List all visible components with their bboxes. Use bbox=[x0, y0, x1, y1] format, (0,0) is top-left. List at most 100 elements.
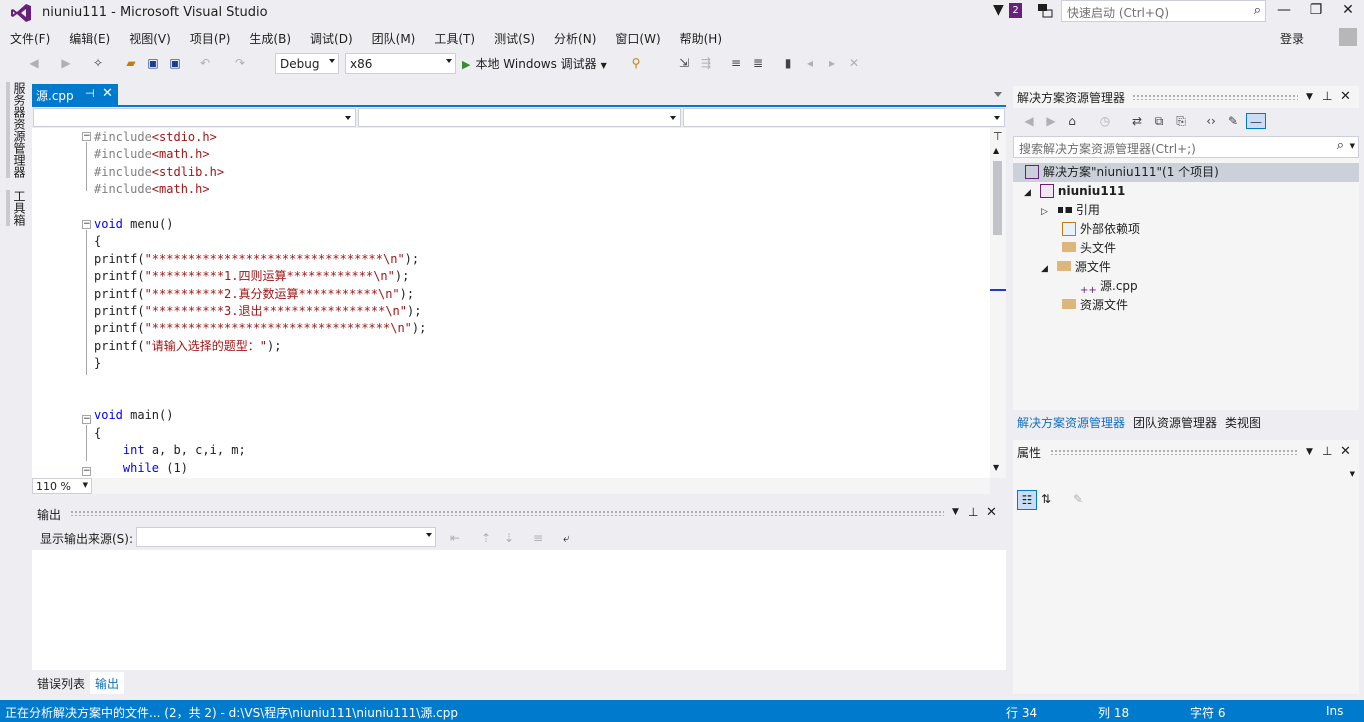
menu-item[interactable]: 窗口(W) bbox=[605, 27, 669, 47]
scroll-down-icon[interactable]: ▼ bbox=[993, 463, 999, 472]
comment-icon[interactable]: ≡ bbox=[728, 55, 744, 71]
menu-item[interactable]: 编辑(E) bbox=[59, 27, 119, 47]
chevron-down-icon[interactable]: ▼ bbox=[1306, 92, 1313, 102]
chevron-down-icon[interactable]: ▼ bbox=[952, 507, 959, 517]
menu-item[interactable]: 调试(D) bbox=[300, 27, 362, 47]
collapse-all-icon[interactable]: ⧉ bbox=[1151, 113, 1167, 129]
clear-bookmarks-icon[interactable]: ✕ bbox=[846, 55, 862, 71]
clear-all-icon[interactable]: ≡ bbox=[533, 531, 543, 545]
find-icon[interactable]: ⚲ bbox=[628, 55, 644, 71]
menu-item[interactable]: 帮助(H) bbox=[670, 27, 731, 47]
split-icon[interactable]: ⊤ bbox=[993, 130, 1003, 143]
maximize-button[interactable]: ❐ bbox=[1300, 0, 1332, 22]
fold-toggle[interactable]: − bbox=[82, 467, 91, 476]
tree-item-header-files[interactable]: 头文件 bbox=[1062, 239, 1116, 258]
pin-icon[interactable]: ⊥ bbox=[1322, 444, 1332, 458]
forward-icon[interactable]: ▶ bbox=[1043, 113, 1059, 129]
back-icon[interactable]: ◀ bbox=[1021, 113, 1037, 129]
panel-grip[interactable] bbox=[70, 510, 944, 516]
properties-object-select[interactable]: ▼ bbox=[1013, 463, 1359, 485]
redo-icon[interactable]: ↷ bbox=[232, 55, 248, 71]
login-link[interactable]: 登录 bbox=[1280, 30, 1304, 47]
new-project-icon[interactable]: ✧ bbox=[90, 55, 106, 71]
save-icon[interactable]: ▣ bbox=[145, 55, 161, 71]
open-file-icon[interactable]: ▰ bbox=[123, 55, 139, 71]
preview-icon[interactable]: — bbox=[1246, 113, 1266, 129]
server-explorer-tab[interactable]: 服务器资源管理器 bbox=[6, 82, 28, 178]
project-scope-select[interactable] bbox=[33, 108, 356, 127]
show-all-files-icon[interactable]: ⎘ bbox=[1173, 113, 1189, 129]
menu-item[interactable]: 项目(P) bbox=[180, 27, 240, 47]
close-window-button[interactable]: ✕ bbox=[1332, 0, 1364, 22]
solution-search-input[interactable]: 搜索解决方案资源管理器(Ctrl+;) ⌕ ▼ bbox=[1013, 136, 1359, 158]
panel-grip[interactable] bbox=[1050, 449, 1298, 455]
pin-icon[interactable]: ⊥ bbox=[968, 505, 978, 519]
configuration-select[interactable]: Debug bbox=[275, 53, 339, 74]
undo-icon[interactable]: ↶ bbox=[197, 55, 213, 71]
output-source-select[interactable] bbox=[136, 527, 436, 547]
tab-team-explorer[interactable]: 团队资源管理器 bbox=[1129, 411, 1221, 434]
uncomment-icon[interactable]: ≣ bbox=[750, 55, 766, 71]
feedback-icon[interactable] bbox=[1036, 2, 1054, 20]
menu-item[interactable]: 工具(T) bbox=[424, 27, 484, 47]
menu-item[interactable]: 文件(F) bbox=[0, 27, 59, 47]
tab-output[interactable]: 输出 bbox=[90, 672, 125, 694]
notifications-button[interactable]: ▼ 2 bbox=[993, 2, 1025, 22]
save-all-icon[interactable]: ▣ bbox=[167, 55, 183, 71]
editor-horizontal-scrollbar[interactable] bbox=[92, 478, 990, 494]
tree-item-solution[interactable]: 解决方案"niuniu111"(1 个项目) bbox=[1025, 163, 1219, 182]
chevron-down-icon[interactable]: ▼ bbox=[1306, 447, 1313, 457]
platform-select[interactable]: x86 bbox=[345, 53, 456, 74]
close-icon[interactable]: ✕ bbox=[102, 86, 113, 101]
fold-toggle[interactable]: − bbox=[82, 220, 91, 229]
tree-item-resource-files[interactable]: 资源文件 bbox=[1062, 296, 1128, 315]
prev-message-icon[interactable]: ⇡ bbox=[481, 531, 491, 545]
toolbox-tab[interactable]: 工具箱 bbox=[6, 190, 28, 226]
type-scope-select[interactable] bbox=[358, 108, 681, 127]
categorized-icon[interactable]: ☷ bbox=[1017, 490, 1037, 510]
tree-item-source-cpp[interactable]: ++ 源.cpp bbox=[1080, 277, 1138, 296]
tab-error-list[interactable]: 错误列表 bbox=[32, 672, 90, 694]
zoom-select[interactable]: 110 % ▼ bbox=[32, 478, 92, 494]
menu-item[interactable]: 团队(M) bbox=[362, 27, 425, 47]
menu-item[interactable]: 视图(V) bbox=[119, 27, 180, 47]
member-scope-select[interactable] bbox=[683, 108, 1005, 127]
prev-bookmark-icon[interactable]: ◂ bbox=[802, 55, 818, 71]
pending-changes-icon[interactable]: ◷ bbox=[1097, 113, 1113, 129]
back-icon[interactable]: ◀ bbox=[26, 55, 42, 71]
view-code-icon[interactable]: ‹› bbox=[1203, 113, 1219, 129]
code-editor[interactable]: #include<stdio.h> #include<math.h> #includ… bbox=[32, 128, 990, 478]
step-into-icon[interactable]: ⇲ bbox=[676, 55, 692, 71]
editor-vertical-scrollbar[interactable]: ⊤ ▲ ▼ bbox=[990, 128, 1006, 478]
next-bookmark-icon[interactable]: ▸ bbox=[824, 55, 840, 71]
chevron-down-icon[interactable] bbox=[994, 92, 1002, 97]
minimize-button[interactable]: — bbox=[1268, 0, 1300, 22]
word-wrap-icon[interactable]: ⤶ bbox=[563, 531, 570, 546]
forward-icon[interactable]: ▶ bbox=[58, 55, 74, 71]
pin-icon[interactable]: ⊣ bbox=[85, 87, 95, 100]
sync-icon[interactable]: ⇄ bbox=[1129, 113, 1145, 129]
tree-item-external-deps[interactable]: 外部依赖项 bbox=[1062, 220, 1140, 239]
properties-wrench-icon[interactable]: ✎ bbox=[1225, 113, 1241, 129]
tree-item-project[interactable]: ◢ niuniu111 bbox=[1024, 182, 1125, 201]
close-icon[interactable]: ✕ bbox=[1340, 89, 1351, 104]
fold-toggle[interactable]: − bbox=[82, 415, 91, 424]
home-icon[interactable]: ⌂ bbox=[1064, 113, 1080, 129]
output-text-area[interactable] bbox=[32, 550, 1006, 670]
tree-item-references[interactable]: ▷ 引用 bbox=[1041, 201, 1100, 220]
bookmark-icon[interactable]: ▮ bbox=[780, 55, 796, 71]
scroll-up-icon[interactable]: ▲ bbox=[993, 146, 999, 155]
step-over-icon[interactable]: ⇶ bbox=[698, 55, 714, 71]
fold-toggle[interactable]: − bbox=[82, 132, 91, 141]
tab-class-view[interactable]: 类视图 bbox=[1221, 411, 1265, 434]
tab-solution-explorer[interactable]: 解决方案资源管理器 bbox=[1013, 411, 1129, 434]
panel-grip[interactable] bbox=[1132, 94, 1298, 100]
property-pages-icon[interactable]: ✎ bbox=[1073, 492, 1083, 506]
tab-source-cpp[interactable]: 源.cpp ⊣ ✕ bbox=[32, 84, 118, 106]
alphabetical-icon[interactable]: ⇅ bbox=[1041, 492, 1051, 506]
next-message-icon[interactable]: ⇣ bbox=[504, 531, 514, 545]
user-avatar-icon[interactable] bbox=[1339, 28, 1357, 46]
scroll-thumb[interactable] bbox=[993, 161, 1002, 235]
find-message-icon[interactable]: ⇤ bbox=[450, 531, 460, 545]
menu-item[interactable]: 分析(N) bbox=[544, 27, 605, 47]
